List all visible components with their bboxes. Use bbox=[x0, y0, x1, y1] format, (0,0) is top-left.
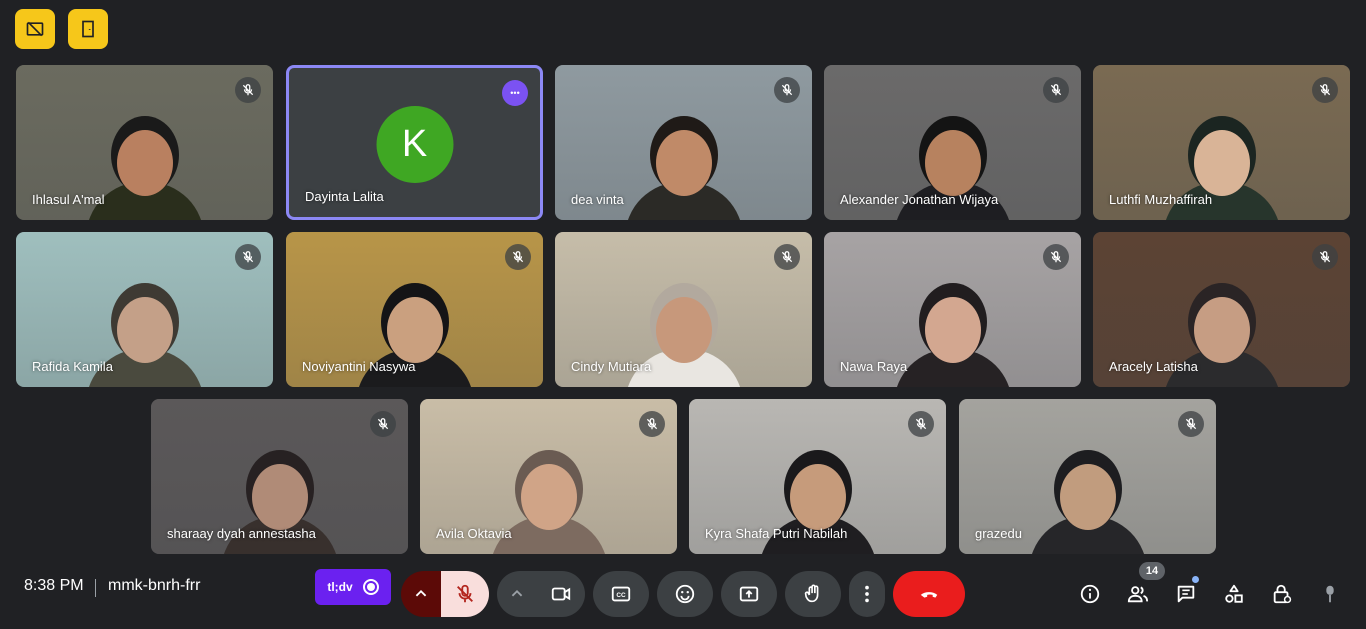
mic-off-icon bbox=[1312, 77, 1338, 103]
participant-name: Rafida Kamila bbox=[32, 359, 113, 374]
meeting-code: mmk-bnrh-frr bbox=[108, 577, 201, 594]
participant-tile[interactable]: Cindy Mutiara bbox=[555, 232, 812, 387]
divider bbox=[95, 579, 96, 597]
chevron-up-icon bbox=[511, 589, 523, 597]
tile-more-options-icon[interactable]: ••• bbox=[502, 80, 528, 106]
present-icon bbox=[739, 586, 759, 602]
mic-off-icon bbox=[774, 244, 800, 270]
participant-name: grazedu bbox=[975, 526, 1022, 541]
participant-tile[interactable]: Aracely Latisha bbox=[1093, 232, 1350, 387]
door-icon bbox=[82, 20, 94, 38]
participant-tile[interactable]: dea vinta bbox=[555, 65, 812, 220]
camera-options-button[interactable] bbox=[497, 571, 537, 617]
participant-name: dea vinta bbox=[571, 192, 624, 207]
tldv-record-button[interactable]: tl;dv bbox=[315, 569, 391, 605]
participant-tile[interactable]: K ••• Dayinta Lalita bbox=[286, 65, 543, 220]
end-call-icon bbox=[920, 592, 938, 598]
hide-self-view-icon bbox=[26, 21, 44, 37]
participant-name: Ihlasul A'mal bbox=[32, 192, 105, 207]
participant-name: Nawa Raya bbox=[840, 359, 908, 374]
cursor-button[interactable] bbox=[1317, 581, 1343, 607]
raise-hand-button[interactable] bbox=[785, 571, 841, 617]
mic-off-icon bbox=[1178, 411, 1204, 437]
participant-name: Noviyantini Nasywa bbox=[302, 359, 416, 374]
more-options-button[interactable] bbox=[849, 571, 885, 617]
mic-off-icon bbox=[1043, 244, 1069, 270]
captions-button[interactable]: CC bbox=[593, 571, 649, 617]
participant-name: Avila Oktavia bbox=[436, 526, 512, 541]
cursor-icon bbox=[1326, 585, 1334, 603]
activities-icon bbox=[1225, 584, 1243, 603]
participant-tile[interactable]: sharaay dyah annestasha bbox=[151, 399, 408, 554]
captions-icon: CC bbox=[611, 586, 631, 602]
chat-notification-dot bbox=[1192, 576, 1199, 583]
host-controls-icon bbox=[1273, 584, 1292, 604]
chat-button[interactable] bbox=[1173, 581, 1199, 607]
participant-name: sharaay dyah annestasha bbox=[167, 526, 316, 541]
meeting-info-button[interactable] bbox=[1077, 581, 1103, 607]
meeting-time: 8:38 PM bbox=[24, 577, 84, 594]
chat-icon bbox=[1177, 585, 1195, 603]
emoji-icon bbox=[675, 584, 695, 604]
chevron-up-icon bbox=[415, 589, 427, 597]
tldv-label: tl;dv bbox=[327, 580, 353, 594]
camera-icon bbox=[551, 587, 571, 601]
avatar: K bbox=[376, 106, 453, 183]
activities-button[interactable] bbox=[1221, 581, 1247, 607]
participant-tile[interactable]: Luthfi Muzhaffirah bbox=[1093, 65, 1350, 220]
participant-name: Dayinta Lalita bbox=[305, 189, 384, 204]
mic-toggle-button[interactable] bbox=[441, 571, 489, 617]
mic-off-icon bbox=[505, 244, 531, 270]
reactions-button[interactable] bbox=[657, 571, 713, 617]
participant-tile[interactable]: Kyra Shafa Putri Nabilah bbox=[689, 399, 946, 554]
mic-off-icon bbox=[235, 244, 261, 270]
info-icon bbox=[1080, 584, 1100, 604]
camera-toggle-button[interactable] bbox=[537, 571, 585, 617]
hide-self-view-button[interactable] bbox=[15, 9, 55, 49]
mic-off-icon bbox=[1043, 77, 1069, 103]
door-button[interactable] bbox=[68, 9, 108, 49]
participant-tile[interactable]: Noviyantini Nasywa bbox=[286, 232, 543, 387]
participant-count-badge: 14 bbox=[1139, 562, 1165, 580]
people-icon bbox=[1127, 586, 1149, 603]
present-button[interactable] bbox=[721, 571, 777, 617]
participant-name: Alexander Jonathan Wijaya bbox=[840, 192, 999, 207]
mic-off-icon bbox=[908, 411, 934, 437]
host-controls-button[interactable] bbox=[1269, 581, 1295, 607]
participant-tile[interactable]: grazedu bbox=[959, 399, 1216, 554]
participant-name: Aracely Latisha bbox=[1109, 359, 1198, 374]
more-options-icon bbox=[865, 585, 869, 603]
mic-off-icon bbox=[774, 77, 800, 103]
end-call-button[interactable] bbox=[893, 571, 965, 617]
mic-off-icon bbox=[370, 411, 396, 437]
participant-tile[interactable]: Alexander Jonathan Wijaya bbox=[824, 65, 1081, 220]
participant-tile[interactable]: Nawa Raya bbox=[824, 232, 1081, 387]
record-icon bbox=[362, 579, 379, 595]
mic-off-icon bbox=[1312, 244, 1338, 270]
participant-name: Cindy Mutiara bbox=[571, 359, 652, 374]
mic-off-icon bbox=[457, 584, 473, 603]
mic-options-button[interactable] bbox=[401, 571, 441, 617]
mic-off-icon bbox=[639, 411, 665, 437]
participant-tile[interactable]: Rafida Kamila bbox=[16, 232, 273, 387]
participant-tile[interactable]: Avila Oktavia bbox=[420, 399, 677, 554]
svg-text:CC: CC bbox=[616, 592, 626, 599]
participant-tile[interactable]: Ihlasul A'mal bbox=[16, 65, 273, 220]
mic-off-icon bbox=[235, 77, 261, 103]
people-button[interactable] bbox=[1125, 581, 1151, 607]
raise-hand-icon bbox=[804, 584, 819, 603]
participant-name: Luthfi Muzhaffirah bbox=[1109, 192, 1213, 207]
participant-name: Kyra Shafa Putri Nabilah bbox=[705, 526, 848, 541]
